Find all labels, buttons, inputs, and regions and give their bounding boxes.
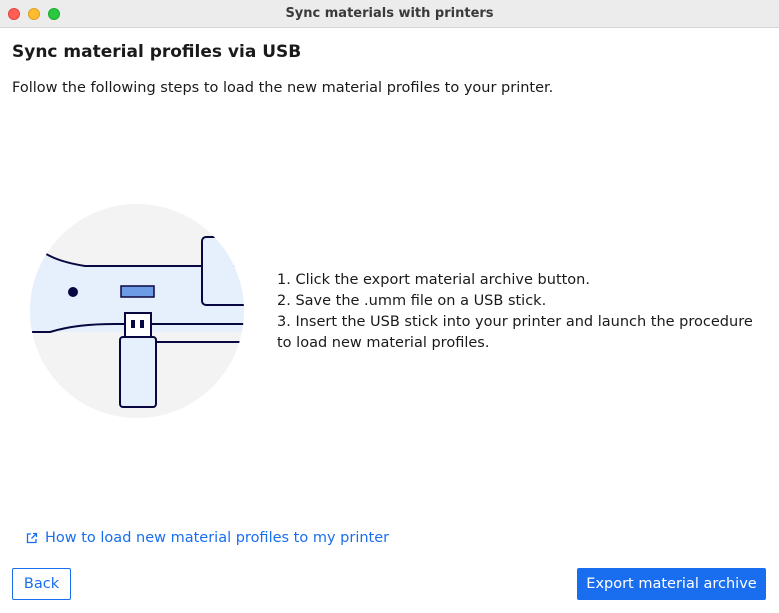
- step-1: 1. Click the export material archive but…: [277, 272, 590, 288]
- back-button[interactable]: Back: [12, 568, 71, 600]
- instruction-steps: 1. Click the export material archive but…: [277, 270, 767, 354]
- usb-printer-illustration: [30, 204, 244, 418]
- step-3: 3. Insert the USB stick into your printe…: [277, 314, 753, 351]
- page-heading: Sync material profiles via USB: [12, 42, 302, 62]
- step-2: 2. Save the .umm file on a USB stick.: [277, 293, 547, 309]
- help-link[interactable]: How to load new material profiles to my …: [26, 530, 389, 546]
- export-material-archive-button[interactable]: Export material archive: [577, 568, 766, 600]
- page-subtitle: Follow the following steps to load the n…: [12, 80, 554, 96]
- window-title: Sync materials with printers: [285, 6, 494, 21]
- external-link-icon: [26, 532, 38, 544]
- title-bar: Sync materials with printers: [0, 0, 779, 28]
- help-link-label[interactable]: How to load new material profiles to my …: [45, 530, 389, 546]
